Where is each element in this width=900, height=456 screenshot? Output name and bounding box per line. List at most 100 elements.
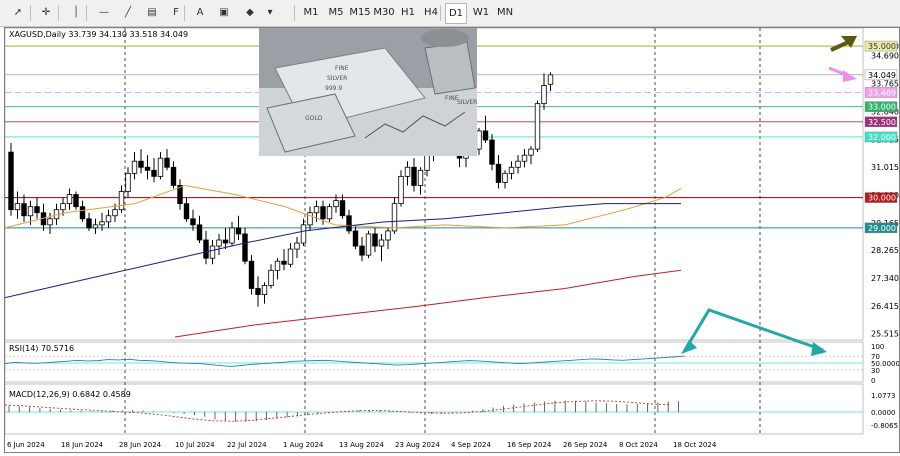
price-tag-label: 32.500 [868,118,896,127]
candle-body [8,151,14,211]
date-axis-label: 28 Jun 2024 [119,441,162,449]
crosshair-icon[interactable]: ✛ [36,3,56,22]
candle-body [359,245,365,256]
rsi-axis-label: 100 [871,343,884,351]
photo-bar-engraving: 999.9 [325,85,342,92]
cursor-icon[interactable]: ➚ [8,3,28,22]
price-axis-label: 27.340 [871,274,899,283]
candle-body [209,245,216,259]
date-axis-label: 6 Jun 2024 [7,441,45,449]
candle-body [222,239,229,244]
date-axis-label: 1 Aug 2024 [283,441,324,449]
date-axis-label: 22 Jul 2024 [227,441,267,449]
candle-body [73,194,79,208]
candle-body [229,227,235,244]
label-icon[interactable]: ▣ [214,3,234,22]
rsi-pane-frame [4,341,864,383]
date-axis-label: 10 Jul 2024 [175,441,215,449]
trendline-icon[interactable]: ╱ [118,3,138,22]
rsi-axis-label: 30 [871,367,880,375]
candle-body [404,166,411,177]
text-icon[interactable]: A [190,3,210,22]
date-axis-label: 18 Oct 2024 [673,441,717,449]
candle-body [294,242,300,250]
macd-label: MACD(12,26,9) 0.6842 0.4589 [9,390,131,399]
photo-bar-engraving: FINE [445,95,459,102]
dropdown-arrow-icon[interactable]: ▾ [260,3,280,22]
price-axis-label: 26.415 [871,302,899,311]
candle-body [274,260,281,271]
timeframe-m15[interactable]: M15 [348,3,372,22]
date-axis-label: 23 Aug 2024 [395,441,440,449]
macd-pane-frame [4,383,864,435]
horizontal-line-icon[interactable]: — [94,3,114,22]
candle-body [144,166,151,171]
price-axis-label: 31.015 [871,163,899,172]
candle-body [60,203,66,211]
candle-body [398,175,404,205]
date-axis-label: 26 Sep 2024 [563,441,608,449]
candle-body [352,230,359,247]
toolbar-separator [58,5,59,21]
date-axis-label: 13 Aug 2024 [339,441,384,449]
toolbar-separator [184,5,185,21]
candle-body [255,288,261,295]
timeframe-m1[interactable]: M1 [300,3,322,22]
shapes-icon[interactable]: ◆ [240,3,260,22]
macd-axis-label: 1.0773 [871,392,896,400]
candle-body [534,103,541,150]
photo-bar-engraving: SILVER [327,75,347,82]
candle-body [385,230,391,241]
candle-body [313,206,320,214]
candle-body [164,157,170,168]
price-axis-label: 33.765 [871,79,899,88]
fibonacci-icon[interactable]: F [166,3,186,22]
channel-icon[interactable]: ▤ [142,3,162,22]
toolbar-separator [30,5,31,21]
chart-window[interactable]: FINE SILVER 999.9 GOLD SILVER FINE XAGUSD,Dail… [4,27,900,453]
candle-body [27,206,34,217]
price-axis-label: 34.690 [871,51,899,60]
candle-body [528,148,534,156]
timeframe-mn[interactable]: MN [494,3,516,22]
candle-body [157,157,164,177]
candle-body [34,206,40,214]
candle-body [105,215,112,223]
toolbar: ➚ ✛ │ — ╱ ▤ F A ▣ ◆ ▾ M1 M5 M15 M30 H1 H4 D1 W1 MN [0,0,900,27]
candle-body [112,209,118,217]
candle-body [333,200,339,208]
date-axis-label: 4 Sep 2024 [451,441,491,449]
candle-body [372,233,378,247]
price-tag-label: 33.000 [868,103,896,112]
candle-body [248,260,255,289]
symbol-info-label: XAGUSD,Daily 33.739 34.130 33.518 34.049 [9,30,188,39]
toolbar-separator [86,5,87,21]
price-tag-label: 35.000 [868,42,896,51]
candle-body [339,200,346,217]
price-tag-label: 32.000 [868,133,896,142]
candle-body [411,166,417,186]
vertical-line-icon[interactable]: │ [66,3,86,22]
candle-body [183,203,190,220]
candle-body [151,169,157,177]
candle-body [346,215,352,232]
chart-canvas[interactable]: FINESILVER999.9GOLDSILVERFINEXAGUSD,Dail… [4,27,900,452]
candle-body [14,203,21,211]
candle-body [541,85,547,105]
macd-axis-label: 0.0000 [871,409,896,417]
timeframe-m30[interactable]: M30 [373,3,395,22]
macd-axis-label: -0.8065 [871,422,898,430]
photo-bar-engraving: GOLD [305,115,323,122]
candle-body [391,203,398,232]
candle-body [495,163,502,183]
timeframe-d1[interactable]: D1 [445,3,467,24]
candle-body [521,154,528,162]
candle-body [300,224,307,244]
candle-body [489,139,495,165]
timeframe-w1[interactable]: W1 [470,3,492,22]
timeframe-m5[interactable]: M5 [325,3,347,22]
timeframe-h1[interactable]: H1 [398,3,418,22]
candle-body [21,203,27,217]
timeframe-h4[interactable]: H4 [421,3,441,22]
candle-body [118,191,125,211]
